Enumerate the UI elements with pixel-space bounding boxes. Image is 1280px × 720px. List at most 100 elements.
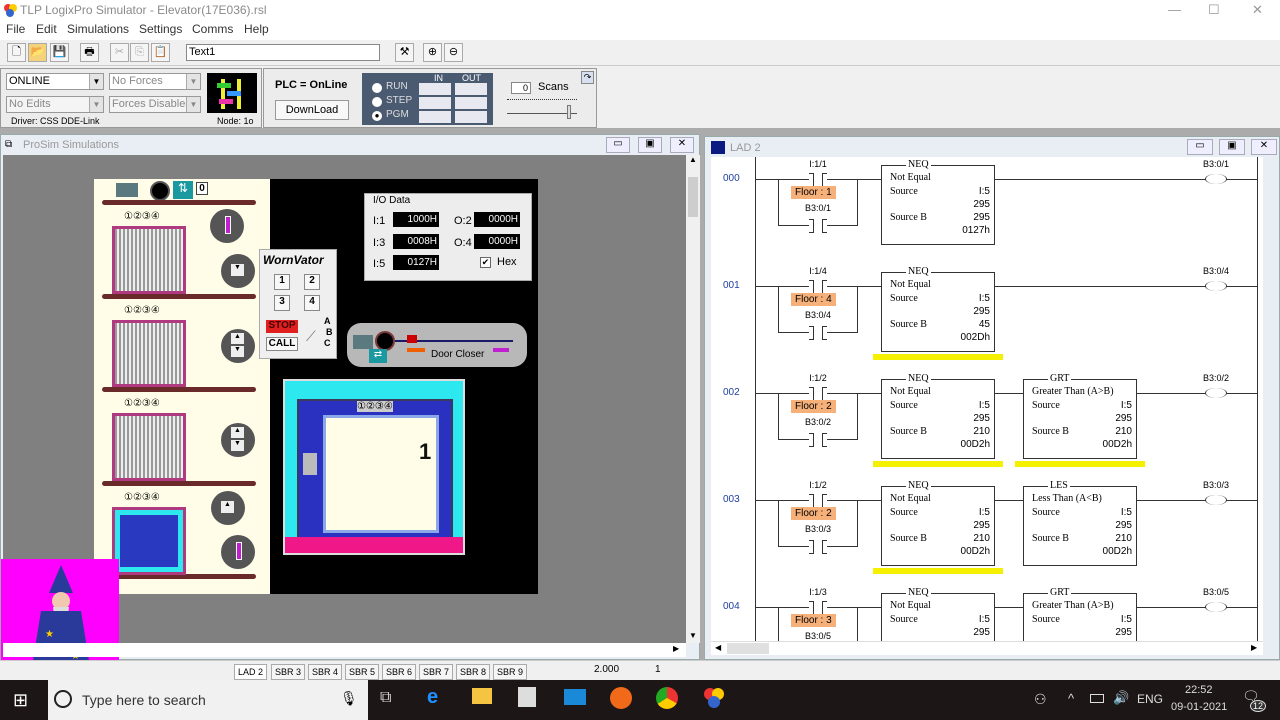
- latch-contact[interactable]: [809, 540, 827, 554]
- vertical-scrollbar[interactable]: ▲ ▼: [686, 155, 700, 643]
- close-button[interactable]: ✕: [1251, 139, 1277, 155]
- cut-icon[interactable]: ✂: [110, 43, 129, 62]
- show-hidden-icons[interactable]: ^: [1068, 691, 1074, 706]
- maximize-button[interactable]: ▣: [1219, 139, 1245, 155]
- call-button-down[interactable]: ▼: [221, 254, 255, 288]
- edits-select[interactable]: No Edits ▼: [6, 96, 104, 113]
- call-button[interactable]: CALL: [266, 337, 298, 351]
- tab-sbr-4[interactable]: SBR 4: [308, 664, 343, 680]
- rung-number[interactable]: 003: [723, 494, 740, 505]
- search-box[interactable]: Type here to search 🎙: [48, 680, 368, 720]
- rung-number[interactable]: 001: [723, 280, 740, 291]
- firefox-icon[interactable]: [610, 687, 632, 709]
- text-field[interactable]: Text1: [186, 44, 380, 61]
- menu-help[interactable]: Help: [244, 22, 269, 36]
- scrollbar-thumb[interactable]: [727, 643, 769, 654]
- file-explorer-icon[interactable]: [472, 688, 492, 704]
- scroll-left-icon[interactable]: ◀: [715, 643, 721, 652]
- menu-simulations[interactable]: Simulations: [67, 22, 129, 36]
- menu-settings[interactable]: Settings: [139, 22, 182, 36]
- paste-icon[interactable]: 📋: [151, 43, 170, 62]
- call-button-up-down[interactable]: ▲ ▼: [221, 329, 255, 363]
- minimize-button[interactable]: —: [1168, 2, 1181, 17]
- call-button-up[interactable]: ▲: [211, 491, 245, 525]
- language-indicator[interactable]: ENG: [1137, 692, 1163, 706]
- new-icon[interactable]: 🗋: [7, 43, 26, 62]
- maximize-button[interactable]: ▣: [638, 137, 662, 153]
- scans-input[interactable]: 0: [511, 82, 531, 94]
- pgm-radio[interactable]: ●: [372, 111, 382, 121]
- download-button[interactable]: DownLoad: [275, 100, 349, 120]
- stop-button[interactable]: STOP: [266, 320, 298, 333]
- forces-select[interactable]: No Forces ▼: [109, 73, 201, 90]
- latch-contact[interactable]: [809, 326, 827, 340]
- xic-contact[interactable]: [809, 387, 827, 401]
- instruction-block-neq[interactable]: NEQ Not Equal Source I:5 295 Source B 210 00D2h: [881, 373, 995, 459]
- instruction-block-neq[interactable]: NEQ Not Equal Source I:5 295 Source B 210 00D2h: [881, 480, 995, 566]
- output-coil[interactable]: [1205, 281, 1227, 291]
- copy-icon[interactable]: ⎘: [130, 43, 149, 62]
- tab-sbr-8[interactable]: SBR 8: [456, 664, 491, 680]
- tab-sbr-9[interactable]: SBR 9: [493, 664, 528, 680]
- battery-icon[interactable]: [1090, 694, 1104, 703]
- people-icon[interactable]: ⚇: [1034, 691, 1047, 708]
- print-icon[interactable]: 🖶: [80, 43, 99, 62]
- menu-file[interactable]: File: [6, 22, 25, 36]
- instruction-block-grt[interactable]: GRTGreater Than (A>B)SourceI:5295Source …: [1023, 373, 1137, 459]
- floor-button-2[interactable]: 2: [304, 274, 320, 290]
- scroll-right-icon[interactable]: ▶: [1251, 643, 1257, 652]
- clock-date[interactable]: 09-01-2021: [1171, 701, 1227, 713]
- xic-contact[interactable]: [809, 280, 827, 294]
- call-button-up-down[interactable]: ▲ ▼: [221, 423, 255, 457]
- floor-button-3[interactable]: 3: [274, 295, 290, 311]
- key-switch-icon[interactable]: ⟋: [306, 328, 316, 345]
- hex-checkbox[interactable]: ✔: [480, 257, 491, 268]
- microphone-icon[interactable]: 🎙: [340, 690, 358, 707]
- menu-comms[interactable]: Comms: [192, 22, 233, 36]
- scroll-right-icon[interactable]: ▶: [673, 644, 679, 653]
- step-radio[interactable]: [372, 97, 382, 107]
- output-coil[interactable]: [1205, 495, 1227, 505]
- rung-number[interactable]: 002: [723, 387, 740, 398]
- floor-button-1[interactable]: 1: [274, 274, 290, 290]
- windows-start-icon[interactable]: ⊞: [13, 690, 28, 711]
- clock-time[interactable]: 22:52: [1185, 684, 1213, 696]
- save-icon[interactable]: 💾: [50, 43, 69, 62]
- scan-slider-handle[interactable]: [567, 105, 571, 119]
- edge-icon[interactable]: e: [427, 686, 438, 709]
- xic-contact[interactable]: [809, 173, 827, 187]
- tools-icon[interactable]: ⚒: [395, 43, 414, 62]
- xic-contact[interactable]: [809, 494, 827, 508]
- ladder-h-scrollbar[interactable]: ◀ ▶: [711, 641, 1263, 655]
- zoom-in-icon[interactable]: ⊕: [423, 43, 442, 62]
- close-button[interactable]: ✕: [1252, 2, 1263, 18]
- minimize-button[interactable]: ▭: [1187, 139, 1213, 155]
- instruction-block-grt[interactable]: GRTGreater Than (A>B)SourceI:5295Source …: [1023, 587, 1137, 641]
- tab-lad-2[interactable]: LAD 2: [234, 664, 268, 680]
- scrollbar-thumb[interactable]: [688, 177, 698, 217]
- task-view-icon[interactable]: ⧉: [380, 689, 391, 707]
- instruction-block-neq[interactable]: NEQ Not Equal Source I:5 295 Source B 45 002Dh: [881, 266, 995, 352]
- rung-number[interactable]: 004: [723, 601, 740, 612]
- output-coil[interactable]: [1205, 388, 1227, 398]
- horizontal-scrollbar[interactable]: ▶: [3, 643, 686, 657]
- scroll-down-icon[interactable]: ▼: [689, 631, 697, 640]
- logixpro-taskbar-icon[interactable]: [703, 687, 725, 709]
- latch-contact[interactable]: [809, 433, 827, 447]
- instruction-block-neq[interactable]: NEQ Not Equal Source I:5 295 Source B 295 0127h: [881, 159, 995, 245]
- store-icon[interactable]: [518, 687, 536, 707]
- xic-contact[interactable]: [809, 601, 827, 615]
- menu-edit[interactable]: Edit: [36, 22, 57, 36]
- instruction-block-neq[interactable]: NEQNot EqualSourceI:5295Source B: [881, 587, 995, 641]
- mail-icon[interactable]: [564, 689, 586, 705]
- tab-sbr-7[interactable]: SBR 7: [419, 664, 454, 680]
- open-icon[interactable]: 📂: [28, 43, 47, 62]
- run-radio[interactable]: [372, 83, 382, 93]
- output-coil[interactable]: [1205, 602, 1227, 612]
- floor-button-4[interactable]: 4: [304, 295, 320, 311]
- latch-contact[interactable]: [809, 219, 827, 233]
- close-button[interactable]: ✕: [670, 137, 694, 153]
- zoom-out-icon[interactable]: ⊖: [444, 43, 463, 62]
- scroll-up-icon[interactable]: ▲: [689, 155, 697, 164]
- chrome-icon[interactable]: [656, 687, 678, 709]
